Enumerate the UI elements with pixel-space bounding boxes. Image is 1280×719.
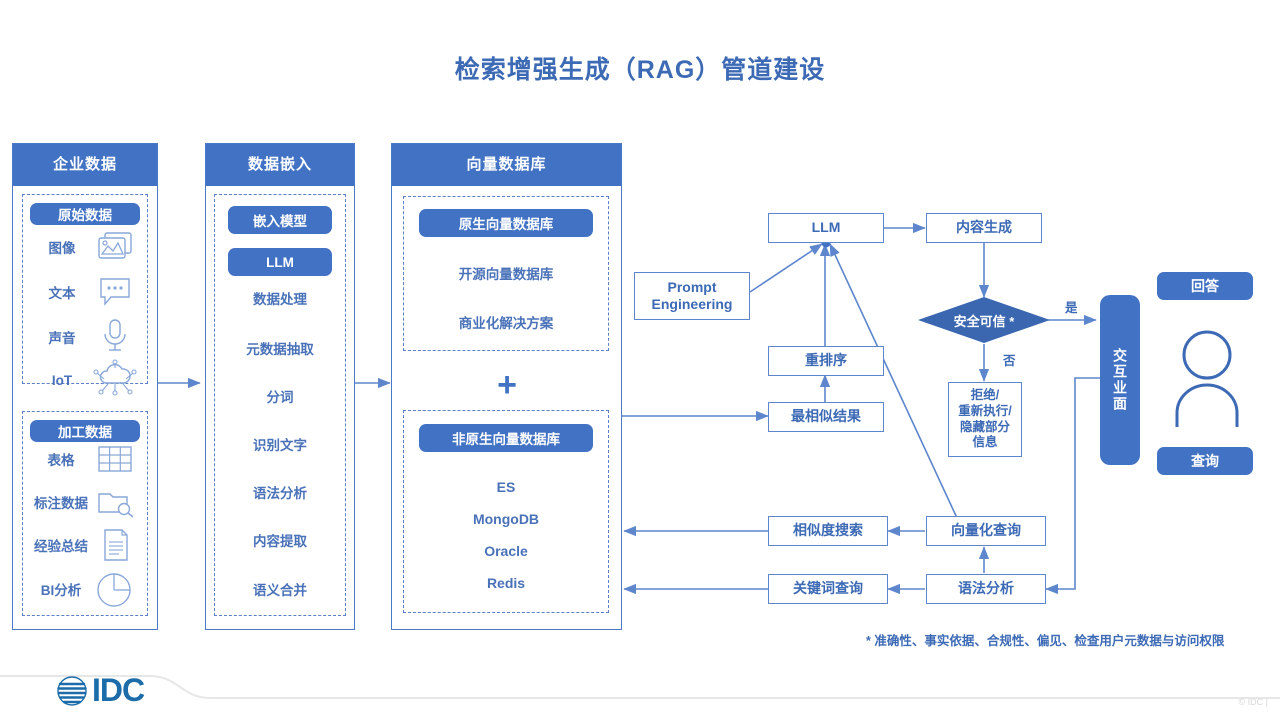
document-icon — [94, 526, 138, 564]
chat-bubble-icon — [92, 273, 138, 309]
iot-cloud-icon — [90, 358, 140, 398]
embedding-item-tokenization: 分词 — [266, 390, 294, 405]
flow-box-llm[interactable]: LLM — [768, 213, 884, 243]
embedding-item-semantic-merge: 语义合并 — [253, 583, 307, 598]
flow-box-top-results[interactable]: 最相似结果 — [768, 402, 884, 432]
copyright-text: © IDC | — [1238, 697, 1268, 707]
pill-llm: LLM — [228, 248, 332, 276]
reject-line-4: 信息 — [972, 435, 998, 450]
nonnative-db-item-redis: Redis — [486, 575, 526, 591]
table-icon — [92, 442, 138, 476]
decision-safety-trust[interactable]: 安全可信 * — [917, 296, 1051, 344]
native-db-item-commercial: 商业化解决方案 — [458, 316, 554, 331]
flow-box-reject-actions[interactable]: 拒绝/ 重新执行/ 隐藏部分 信息 — [948, 382, 1022, 457]
reject-line-2: 重新执行/ — [958, 403, 1012, 418]
pill-native-vector-db: 原生向量数据库 — [419, 209, 593, 237]
flow-box-syntax-analysis[interactable]: 语法分析 — [926, 574, 1046, 604]
footnote-text: * 准确性、事实依据、合规性、偏见、检查用户元数据与访问权限 — [866, 634, 1225, 648]
flow-box-vector-query[interactable]: 向量化查询 — [926, 516, 1046, 546]
flow-box-rerank[interactable]: 重排序 — [768, 346, 884, 376]
connector-lines — [158, 222, 1100, 595]
interaction-surface-bar[interactable]: 交互业面 — [1100, 295, 1140, 465]
flow-box-similarity-search[interactable]: 相似度搜索 — [768, 516, 888, 546]
pill-nonnative-vector-db: 非原生向量数据库 — [419, 424, 593, 452]
pill-answer[interactable]: 回答 — [1157, 272, 1253, 300]
user-avatar-icon — [1172, 325, 1242, 435]
decision-label: 安全可信 * — [953, 313, 1015, 329]
group-title-processed-data: 加工数据 — [30, 420, 140, 442]
pill-embedding-model: 嵌入模型 — [228, 206, 332, 234]
idc-wordmark: IDC — [92, 672, 145, 708]
item-label-text: 文本 — [48, 286, 76, 301]
nonnative-db-item-oracle: Oracle — [484, 543, 528, 559]
images-icon — [92, 228, 138, 264]
idc-globe-icon — [55, 674, 89, 708]
plus-connector-icon: + — [497, 366, 517, 404]
flow-box-prompt-engineering[interactable]: Prompt Engineering — [634, 272, 750, 320]
column-header-vector-database: 向量数据库 — [392, 144, 621, 186]
flow-box-keyword-query[interactable]: 关键词查询 — [768, 574, 888, 604]
column-header-data-embedding: 数据嵌入 — [206, 144, 354, 186]
pie-chart-icon — [92, 570, 138, 610]
item-label-annotated-data: 标注数据 — [34, 496, 88, 511]
column-header-enterprise-data: 企业数据 — [13, 144, 157, 186]
nonnative-db-item-mongodb: MongoDB — [472, 511, 540, 527]
group-title-raw-data: 原始数据 — [30, 203, 140, 225]
reject-line-3: 隐藏部分 — [959, 419, 1010, 434]
microphone-icon — [92, 316, 138, 354]
item-label-image: 图像 — [48, 241, 76, 256]
item-label-bi-analysis: BI分析 — [40, 583, 82, 598]
footer-divider — [0, 675, 1280, 699]
item-label-iot: IoT — [51, 372, 73, 388]
embedding-item-data-processing: 数据处理 — [253, 292, 307, 307]
folder-search-icon — [92, 484, 140, 520]
item-label-voice: 声音 — [48, 331, 76, 346]
pill-query[interactable]: 查询 — [1157, 447, 1253, 475]
item-label-table: 表格 — [47, 453, 75, 468]
embedding-item-metadata-extraction: 元数据抽取 — [246, 342, 314, 357]
native-db-item-opensource: 开源向量数据库 — [458, 267, 554, 282]
embedding-item-content-extraction: 内容提取 — [253, 534, 307, 549]
idc-logo: IDC — [55, 672, 145, 709]
item-label-experience-summary: 经验总结 — [34, 539, 88, 554]
nonnative-db-item-es: ES — [496, 479, 516, 495]
embedding-item-text-recognition: 识别文字 — [253, 438, 307, 453]
flow-box-content-generation[interactable]: 内容生成 — [926, 213, 1042, 243]
reject-line-1: 拒绝/ — [970, 388, 1000, 403]
edge-label-yes: 是 — [1065, 301, 1078, 315]
edge-label-no: 否 — [1003, 354, 1016, 368]
embedding-item-syntax-analysis: 语法分析 — [253, 486, 307, 501]
diagram-canvas: 检索增强生成（RAG）管道建设 企业数据 原始数据 图像 文本 声音 IoT 加… — [0, 0, 1280, 719]
